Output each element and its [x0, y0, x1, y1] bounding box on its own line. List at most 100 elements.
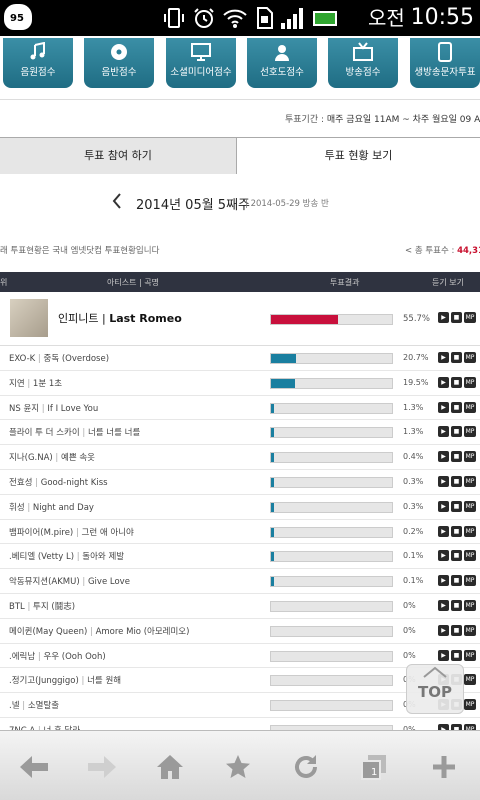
mp3-button[interactable]: MP	[464, 525, 476, 537]
table-row[interactable]: BTL | 투지 (鬪志) 0% ▶ ■ MP	[0, 594, 480, 619]
mp3-button[interactable]: MP	[464, 674, 476, 686]
table-row[interactable]: 메이퀸(May Queen) | Amore Mio (아모레미오) 0% ▶ ■ MP	[0, 619, 480, 644]
video-icon[interactable]: ■	[451, 649, 462, 661]
video-icon[interactable]: ■	[451, 599, 462, 611]
tab-vote-status[interactable]: 투표 현황 보기	[237, 138, 480, 174]
play-icon[interactable]: ▶	[438, 575, 449, 587]
play-icon[interactable]: ▶	[438, 500, 449, 512]
artist-name: 지나(G.NA)	[9, 453, 53, 464]
video-icon[interactable]: ■	[451, 550, 462, 562]
row-buttons: ▶■MP	[438, 475, 476, 487]
video-icon[interactable]: ■	[451, 352, 462, 363]
tabs-icon[interactable]: 1	[352, 745, 396, 789]
mp3-button[interactable]: MP	[464, 550, 476, 562]
row-buttons: ▶■MP	[438, 599, 476, 611]
video-icon[interactable]: ■	[451, 500, 462, 512]
table-row[interactable]: NS 윤지 | If I Love You 1.3% ▶ ■ MP	[0, 396, 480, 421]
clock: 10:55	[410, 5, 474, 30]
play-icon[interactable]: ▶	[438, 426, 449, 438]
video-icon[interactable]: ■	[451, 451, 462, 463]
vote-percent: 0.1%	[403, 551, 424, 561]
scroll-top-button[interactable]: TOP	[406, 664, 464, 714]
bookmark-star-icon[interactable]	[216, 745, 260, 789]
vote-percent: 0.3%	[403, 501, 424, 511]
vote-percent: 0.2%	[403, 526, 424, 536]
song-title: Amore Mio (아모레미오)	[95, 626, 190, 637]
tab-live-text-vote[interactable]: 생방송문자투표	[410, 38, 480, 88]
tab-broadcast-score[interactable]: 방송점수	[328, 38, 398, 88]
tab-album-score[interactable]: 음반점수	[84, 38, 154, 88]
play-icon[interactable]: ▶	[438, 649, 449, 661]
table-row[interactable]: 7NC.A | 너 혼 달라0%▶■MP	[0, 718, 480, 730]
table-row[interactable]: 지나(G.NA) | 예쁜 속옷 0.4% ▶ ■ MP	[0, 445, 480, 470]
play-icon[interactable]: ▶	[438, 352, 449, 363]
disc-icon	[111, 44, 127, 60]
vote-period-label: 투표기간 :	[285, 115, 325, 125]
tab-social-score[interactable]: 소셜미디어점수	[166, 38, 236, 88]
vote-percent: 0.1%	[403, 576, 424, 586]
play-icon[interactable]: ▶	[438, 475, 449, 487]
video-icon[interactable]: ■	[451, 575, 462, 587]
mp3-button[interactable]: MP	[464, 312, 476, 323]
mp3-button[interactable]: MP	[464, 575, 476, 587]
artist-header-text: 아티스트	[107, 278, 137, 287]
table-row[interactable]: 전효성 | Good-night Kiss 0.3% ▶ ■ MP	[0, 470, 480, 495]
tab-participate-vote[interactable]: 투표 참여 하기	[0, 138, 237, 174]
video-icon[interactable]: ■	[451, 426, 462, 438]
tab-music-score[interactable]: 음원점수	[3, 38, 73, 88]
play-icon[interactable]: ▶	[438, 624, 449, 636]
table-row[interactable]: 뱀파이어(M.pire) | 그런 애 아니야 0.2% ▶ ■ MP	[0, 520, 480, 545]
video-icon[interactable]: ■	[451, 475, 462, 487]
row-buttons: ▶■MP	[438, 451, 476, 463]
table-row[interactable]: 지연 | 1분 1초 19.5% ▶ ■ MP	[0, 371, 480, 396]
tab-preference-score[interactable]: 선호도점수	[247, 38, 317, 88]
listen-column-header: 듣기 보기	[432, 278, 464, 287]
play-icon[interactable]: ▶	[438, 550, 449, 562]
mp3-button[interactable]: MP	[464, 649, 476, 661]
mp3-button[interactable]: MP	[464, 599, 476, 611]
mp3-button[interactable]: MP	[464, 451, 476, 463]
table-row[interactable]: EXO-K | 중독 (Overdose) 20.7% ▶ ■ MP	[0, 346, 480, 371]
mp3-button[interactable]: MP	[464, 401, 476, 413]
table-row[interactable]: 플라이 투 더 스카이 | 너를 너를 너를 1.3% ▶ ■ MP	[0, 420, 480, 446]
video-icon[interactable]: ■	[451, 624, 462, 636]
mp3-button[interactable]: MP	[464, 699, 476, 711]
play-icon[interactable]: ▶	[438, 525, 449, 537]
forward-icon[interactable]	[80, 745, 124, 789]
play-icon[interactable]: ▶	[438, 312, 449, 323]
table-row[interactable]: .베티엘 (Vetty L) | 돌아와 제발 0.1% ▶ ■ MP	[0, 544, 480, 570]
mp3-button[interactable]: MP	[464, 475, 476, 487]
video-icon[interactable]: ■	[451, 376, 462, 388]
table-row[interactable]: 휘성 | Night and Day 0.3% ▶ ■ MP	[0, 495, 480, 520]
mp3-button[interactable]: MP	[464, 352, 476, 363]
vote-bar	[270, 501, 393, 513]
play-icon[interactable]: ▶	[438, 401, 449, 413]
artist-song: 휘성 | Night and Day	[9, 501, 94, 513]
video-icon[interactable]: ■	[451, 401, 462, 413]
video-icon[interactable]: ■	[451, 525, 462, 537]
status-bar: 95 오전 10:55	[0, 0, 480, 36]
refresh-icon[interactable]	[284, 745, 328, 789]
previous-week-icon[interactable]	[112, 193, 122, 214]
back-icon[interactable]	[12, 745, 56, 789]
mp3-button[interactable]: MP	[464, 624, 476, 636]
mp3-button[interactable]: MP	[464, 426, 476, 438]
play-icon[interactable]: ▶	[438, 451, 449, 463]
table-row[interactable]: 인피니트 | Last Romeo 55.7% ▶ ■ MP	[0, 292, 480, 346]
artist-name: 정기고(Junggigo)	[11, 676, 79, 687]
play-icon[interactable]: ▶	[438, 599, 449, 611]
song-title: If I Love You	[47, 403, 99, 414]
vote-bar-fill	[271, 527, 274, 537]
vote-bar	[270, 353, 393, 364]
mp3-button[interactable]: MP	[464, 376, 476, 388]
video-icon[interactable]: ■	[451, 312, 462, 323]
song-title: 예쁜 속옷	[61, 453, 95, 464]
play-icon[interactable]: ▶	[438, 376, 449, 388]
row-buttons: ▶■MP	[438, 550, 476, 562]
table-row[interactable]: 악동뮤지션(AKMU) | Give Love 0.1% ▶ ■ MP	[0, 569, 480, 594]
new-tab-plus-icon[interactable]	[422, 745, 466, 789]
song-title: Give Love	[87, 577, 130, 588]
mp3-button[interactable]: MP	[464, 500, 476, 512]
home-icon[interactable]	[148, 745, 192, 789]
tab-label: 음반점수	[101, 67, 137, 78]
